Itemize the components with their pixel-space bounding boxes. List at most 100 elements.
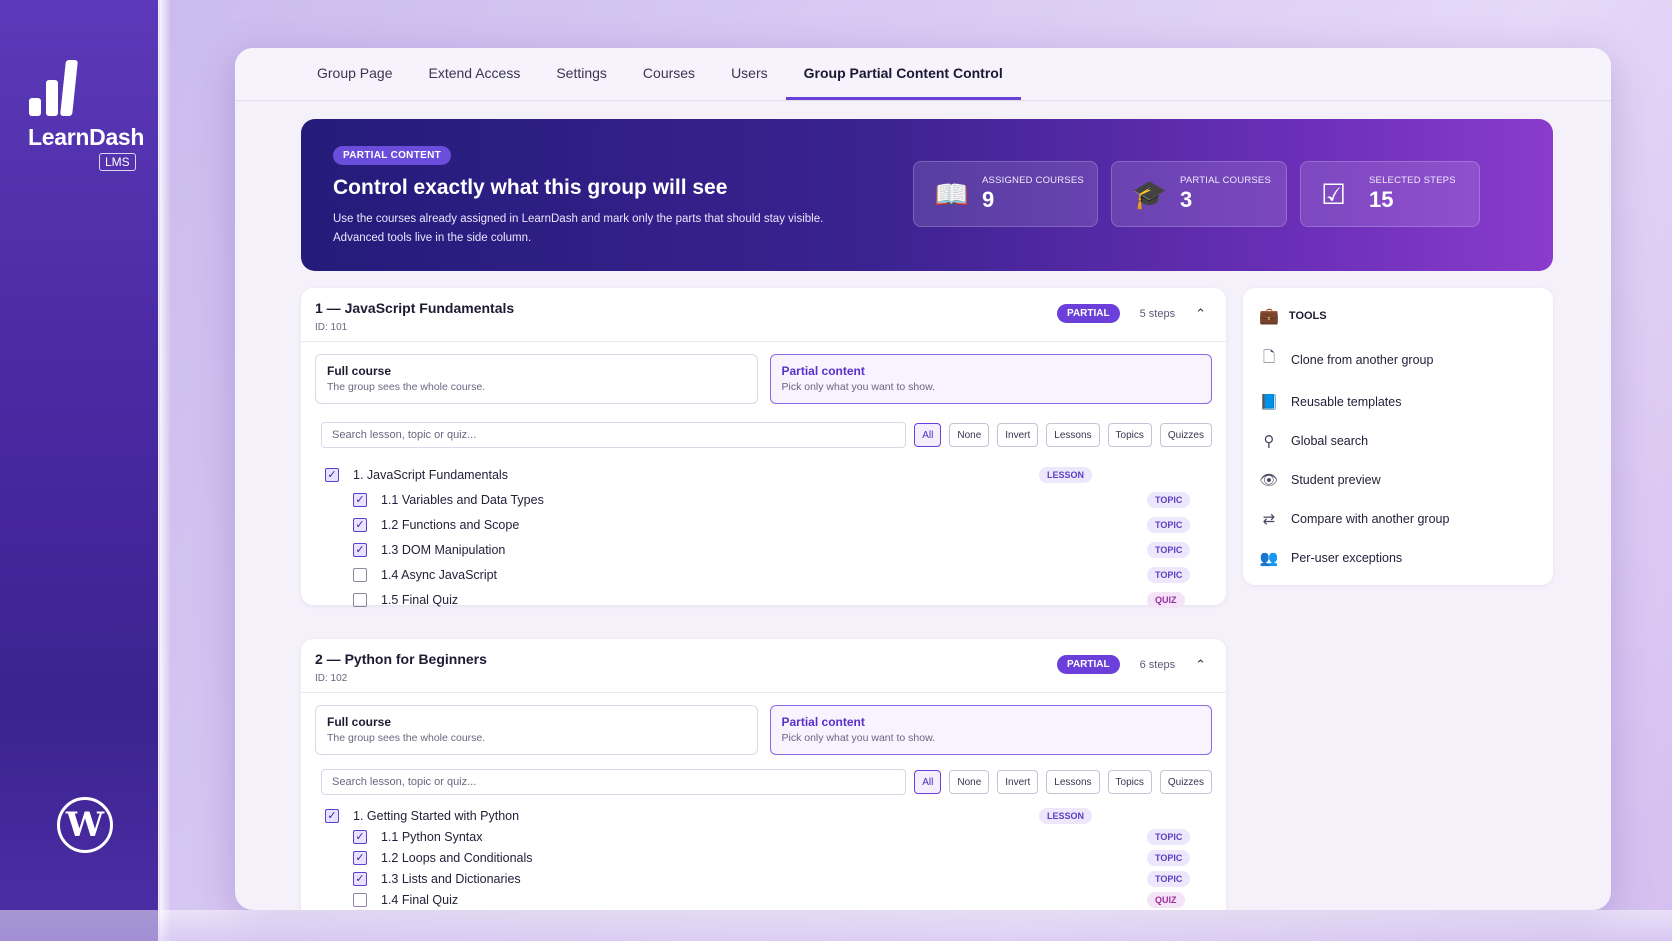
filter-quizzes-button[interactable]: Quizzes <box>1159 423 1212 447</box>
type-tag: TOPIC <box>1147 516 1191 533</box>
tool-label: Clone from another group <box>1291 352 1434 367</box>
checkbox[interactable]: ✓ <box>353 871 367 886</box>
list-item: ✓ 1. JavaScript Fundamentals LESSON <box>325 462 1212 487</box>
full-course-option[interactable]: Full course The group sees the whole cou… <box>315 705 758 755</box>
item-label: 1.3 DOM Manipulation <box>381 542 506 557</box>
tab-extend-access[interactable]: Extend Access <box>411 48 539 100</box>
filter-topics-button[interactable]: Topics <box>1107 770 1152 794</box>
mode-desc: The group sees the whole course. <box>327 732 486 744</box>
checkbox[interactable] <box>353 567 367 582</box>
course-card: 2 — Python for Beginners ID: 102 PARTIAL… <box>301 639 1226 910</box>
mode-desc: Pick only what you want to show. <box>781 381 936 393</box>
tool-label: Per-user exceptions <box>1291 551 1403 565</box>
checkbox[interactable]: ✓ <box>353 850 367 865</box>
tab-users[interactable]: Users <box>713 48 786 100</box>
tool-templates[interactable]: 📘 Reusable templates <box>1259 393 1537 411</box>
type-tag: QUIZ <box>1147 891 1185 908</box>
list-item: ✓ 1.2 Loops and Conditionals TOPIC <box>325 847 1212 868</box>
filter-all-button[interactable]: All <box>914 770 942 794</box>
type-tag: LESSON <box>1039 466 1093 483</box>
tab-courses[interactable]: Courses <box>625 48 713 100</box>
partial-content-option[interactable]: Partial content Pick only what you want … <box>769 354 1212 404</box>
checkbox[interactable]: ✓ <box>353 542 367 557</box>
hero-desc-line: Advanced tools live in the side column. <box>333 232 532 244</box>
item-label: 1. Getting Started with Python <box>353 808 520 823</box>
step-list: ✓ 1. Getting Started with Python LESSON … <box>315 805 1212 910</box>
eye-icon: 👁 <box>1259 472 1279 489</box>
steps-count: 6 steps <box>1139 658 1176 671</box>
stat-value: 3 <box>1180 187 1193 212</box>
logo-text: LearnDash <box>28 124 145 150</box>
divider <box>301 692 1226 693</box>
filter-none-button[interactable]: None <box>949 423 990 447</box>
filter-topics-button[interactable]: Topics <box>1107 423 1152 447</box>
tab-settings[interactable]: Settings <box>538 48 625 100</box>
tool-label: Global search <box>1291 434 1369 448</box>
step-list: ✓ 1. JavaScript Fundamentals LESSON ✓ 1.… <box>315 462 1212 612</box>
tab-group-page[interactable]: Group Page <box>299 48 411 100</box>
checkbox[interactable]: ✓ <box>353 492 367 507</box>
hero-banner: PARTIAL CONTENT Control exactly what thi… <box>301 119 1553 271</box>
app-window: Group Page Extend Access Settings Course… <box>235 48 1611 910</box>
search-input[interactable] <box>321 422 907 448</box>
type-tag: LESSON <box>1039 807 1093 824</box>
filter-quizzes-button[interactable]: Quizzes <box>1159 770 1212 794</box>
tool-global-search[interactable]: ⚲ Global search <box>1259 432 1537 450</box>
tool-per-user-exceptions[interactable]: 👥 Per-user exceptions <box>1259 549 1537 567</box>
stat-label: SELECTED STEPS <box>1369 175 1456 186</box>
tool-label: Reusable templates <box>1291 395 1402 409</box>
chevron-up-icon[interactable]: ⌃ <box>1195 306 1206 322</box>
hero-description: Use the courses already assigned in Lear… <box>333 210 853 248</box>
tool-label: Compare with another group <box>1291 512 1450 526</box>
type-tag: TOPIC <box>1147 870 1191 887</box>
list-item: ✓ 1.1 Variables and Data Types TOPIC <box>325 487 1212 512</box>
filter-lessons-button[interactable]: Lessons <box>1046 423 1100 447</box>
checkbox[interactable] <box>353 592 367 607</box>
mode-title: Partial content <box>781 364 865 378</box>
list-item: ✓ 1.3 DOM Manipulation TOPIC <box>325 537 1212 562</box>
template-icon: 📘 <box>1259 394 1279 411</box>
item-label: 1.3 Lists and Dictionaries <box>381 871 521 886</box>
tool-clone[interactable]: 🗋 Clone from another group <box>1259 347 1537 372</box>
checkbox[interactable]: ✓ <box>353 517 367 532</box>
checkbox[interactable] <box>353 892 367 907</box>
book-icon: 📖 <box>934 178 969 210</box>
type-tag: TOPIC <box>1147 849 1191 866</box>
course-card: 1 — JavaScript Fundamentals ID: 101 PART… <box>301 288 1226 608</box>
check-square-icon: ☑ <box>1321 178 1347 210</box>
checkbox[interactable]: ✓ <box>325 467 339 482</box>
filter-invert-button[interactable]: Invert <box>997 770 1039 794</box>
logo-bars-icon <box>29 56 140 116</box>
search-icon: ⚲ <box>1263 433 1275 450</box>
checkbox[interactable]: ✓ <box>353 829 367 844</box>
item-label: 1.5 Final Quiz <box>381 592 459 607</box>
list-item: ✓ 1. Getting Started with Python LESSON <box>325 805 1212 826</box>
list-item: ✓ 1.3 Lists and Dictionaries TOPIC <box>325 868 1212 889</box>
tab-group-partial-content-control[interactable]: Group Partial Content Control <box>785 48 1021 100</box>
course-id: ID: 102 <box>315 673 348 684</box>
filter-none-button[interactable]: None <box>949 770 990 794</box>
partial-content-option[interactable]: Partial content Pick only what you want … <box>769 705 1212 755</box>
tools-title: TOOLS <box>1288 310 1327 322</box>
tool-student-preview[interactable]: 👁 Student preview <box>1259 471 1537 489</box>
list-item: 1.4 Async JavaScript TOPIC <box>325 562 1212 587</box>
learndash-logo: LearnDash LMS <box>28 56 145 171</box>
tool-compare[interactable]: ⇄ Compare with another group <box>1259 510 1537 528</box>
type-tag: TOPIC <box>1147 491 1191 508</box>
status-badge: PARTIAL <box>1057 655 1120 674</box>
stats-row: 📖 ASSIGNED COURSES 9 🎓 PARTIAL COURSES 3… <box>913 161 1480 227</box>
filter-all-button[interactable]: All <box>914 423 942 447</box>
checkbox[interactable]: ✓ <box>325 808 339 823</box>
chevron-up-icon[interactable]: ⌃ <box>1195 657 1206 673</box>
full-course-option[interactable]: Full course The group sees the whole cou… <box>315 354 758 404</box>
search-input[interactable] <box>321 769 907 795</box>
item-label: 1.4 Final Quiz <box>381 892 459 907</box>
toolbox-icon: 💼 <box>1259 308 1279 325</box>
item-label: 1.1 Variables and Data Types <box>381 492 544 507</box>
wordpress-icon[interactable]: W <box>57 797 113 853</box>
item-label: 1. JavaScript Fundamentals <box>353 467 508 482</box>
filter-lessons-button[interactable]: Lessons <box>1046 770 1100 794</box>
users-icon: 👥 <box>1259 550 1279 567</box>
course-title: 1 — JavaScript Fundamentals <box>315 300 515 316</box>
filter-invert-button[interactable]: Invert <box>997 423 1039 447</box>
